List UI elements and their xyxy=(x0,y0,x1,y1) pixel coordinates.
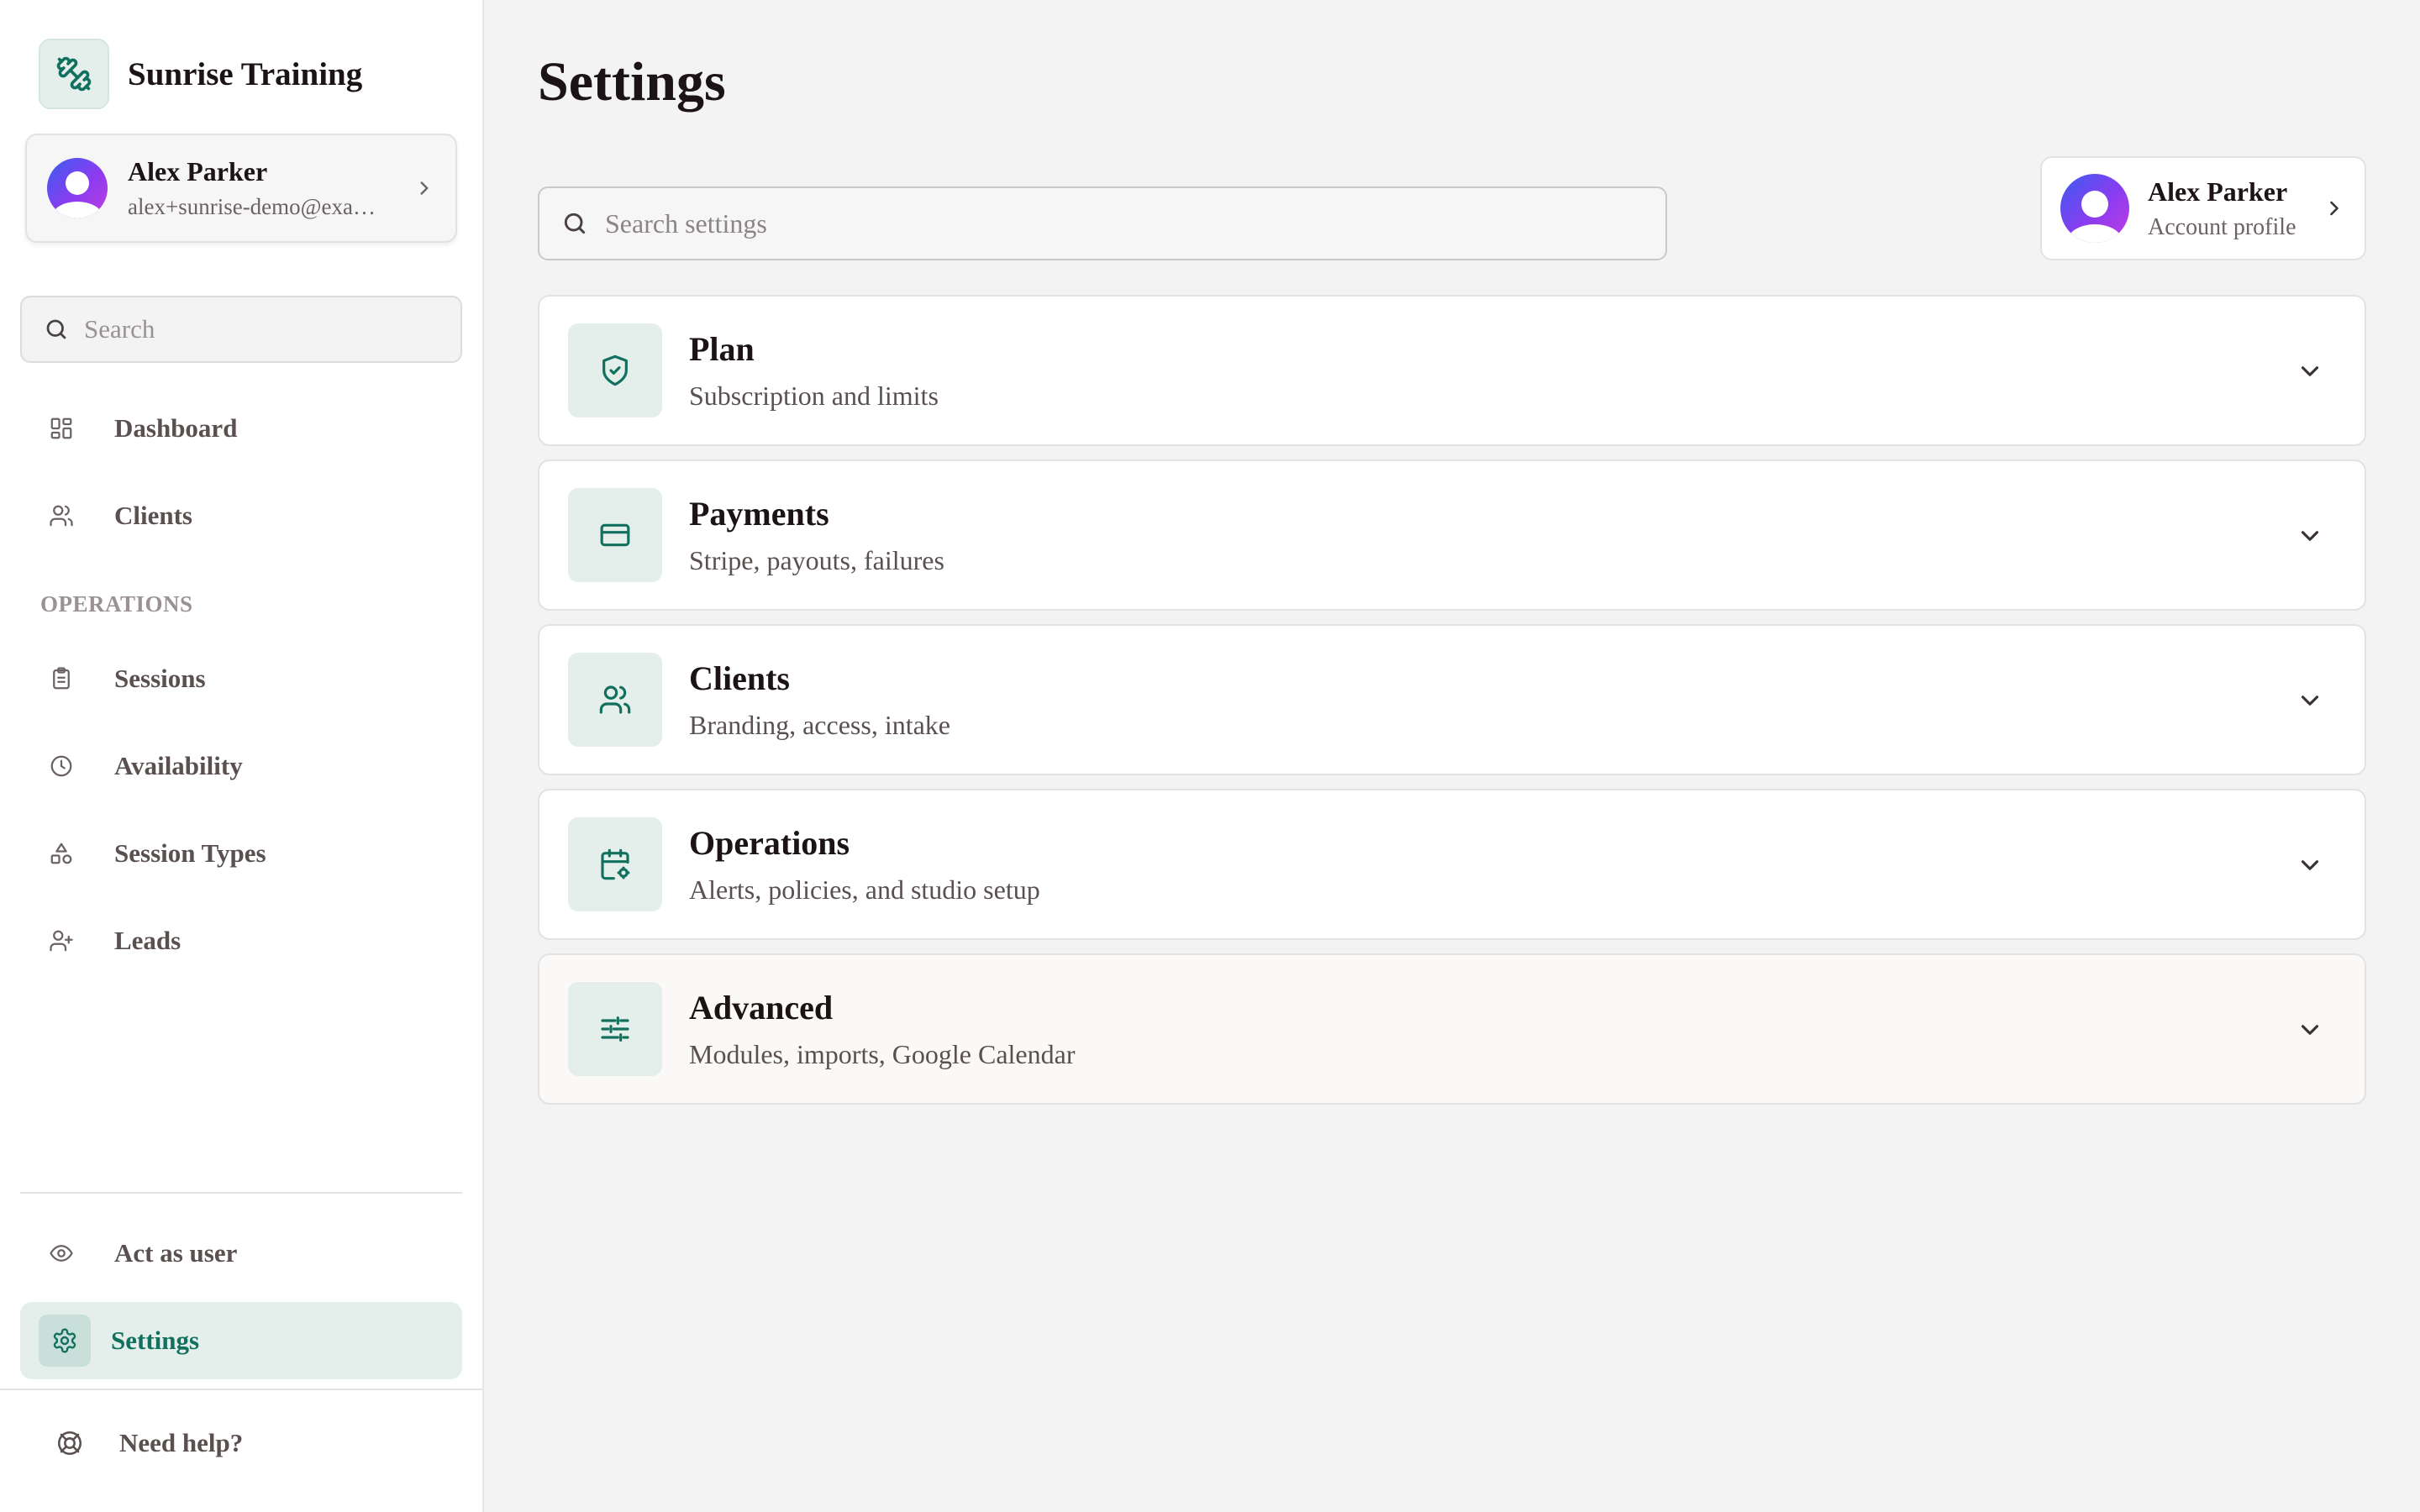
help-divider xyxy=(0,1389,484,1390)
brand[interactable]: Sunrise Training xyxy=(39,39,362,109)
chevron-down-icon xyxy=(2296,851,2324,879)
credit-card-icon xyxy=(568,488,662,582)
chevron-down-icon xyxy=(2296,357,2324,386)
section-subtitle: Alerts, policies, and studio setup xyxy=(689,874,1040,905)
help-link[interactable]: Need help? xyxy=(55,1428,243,1458)
settings-search-input[interactable] xyxy=(605,207,1613,239)
sidebar-item-label: Session Types xyxy=(114,838,266,868)
sidebar-item-availability[interactable]: Availability xyxy=(20,727,462,805)
sidebar-item-label: Dashboard xyxy=(114,413,238,443)
search-icon xyxy=(561,210,588,237)
settings-section-operations[interactable]: Operations Alerts, policies, and studio … xyxy=(538,789,2366,940)
sidebar-item-settings[interactable]: Settings xyxy=(20,1302,462,1379)
sidebar-item-session-types[interactable]: Session Types xyxy=(20,815,462,892)
section-subtitle: Subscription and limits xyxy=(689,381,939,411)
sidebar-search[interactable] xyxy=(20,296,462,363)
section-title: Operations xyxy=(689,824,850,862)
user-email: alex+sunrise-demo@exa… xyxy=(128,194,376,219)
sidebar-item-leads[interactable]: Leads xyxy=(20,902,462,979)
search-icon xyxy=(44,317,69,342)
section-subtitle: Stripe, payouts, failures xyxy=(689,545,944,575)
user-name: Alex Parker xyxy=(128,156,268,186)
sidebar-divider xyxy=(20,1192,462,1194)
chevron-down-icon xyxy=(2296,1016,2324,1044)
profile-subtitle: Account profile xyxy=(2148,213,2296,240)
avatar xyxy=(2060,174,2129,243)
dashboard-icon xyxy=(49,416,74,441)
sidebar-item-label: Sessions xyxy=(114,664,206,693)
chevron-down-icon xyxy=(2296,686,2324,715)
users-icon xyxy=(49,503,74,528)
settings-section-clients[interactable]: Clients Branding, access, intake xyxy=(538,624,2366,775)
clock-icon xyxy=(49,753,74,779)
brand-name: Sunrise Training xyxy=(128,55,363,92)
dumbbell-icon xyxy=(39,39,109,109)
sidebar-item-label: Settings xyxy=(111,1326,200,1355)
user-switcher[interactable]: Alex Parker alex+sunrise-demo@exa… xyxy=(25,134,457,243)
sidebar-item-label: Availability xyxy=(114,751,243,780)
sidebar-item-sessions[interactable]: Sessions xyxy=(20,640,462,717)
settings-search[interactable] xyxy=(538,186,1667,260)
profile-name: Alex Parker xyxy=(2148,176,2288,207)
section-subtitle: Modules, imports, Google Calendar xyxy=(689,1039,1076,1069)
gear-icon xyxy=(39,1315,91,1367)
chevron-down-icon xyxy=(2296,522,2324,550)
sidebar-item-act-as-user[interactable]: Act as user xyxy=(20,1215,462,1292)
settings-section-plan[interactable]: Plan Subscription and limits xyxy=(538,295,2366,446)
section-title: Advanced xyxy=(689,989,834,1026)
help-label: Need help? xyxy=(119,1428,244,1457)
sidebar-item-label: Clients xyxy=(114,501,192,530)
shield-check-icon xyxy=(568,323,662,417)
shapes-icon xyxy=(49,841,74,866)
sidebar-item-clients[interactable]: Clients xyxy=(20,477,462,554)
eye-icon xyxy=(49,1241,74,1266)
settings-section-advanced[interactable]: Advanced Modules, imports, Google Calend… xyxy=(538,953,2366,1105)
section-subtitle: Branding, access, intake xyxy=(689,710,950,740)
sidebar-search-input[interactable] xyxy=(84,314,437,344)
page-title: Settings xyxy=(538,51,726,113)
lifebuoy-icon xyxy=(55,1429,84,1457)
section-title: Clients xyxy=(689,659,790,697)
sidebar: Sunrise Training Alex Parker alex+sunris… xyxy=(0,0,484,1512)
chevron-right-icon xyxy=(2323,197,2346,220)
user-plus-icon xyxy=(49,928,74,953)
section-label-operations: OPERATIONS xyxy=(40,591,193,617)
clipboard-icon xyxy=(49,666,74,691)
chevron-right-icon xyxy=(413,177,435,199)
sliders-icon xyxy=(568,982,662,1076)
settings-section-payments[interactable]: Payments Stripe, payouts, failures xyxy=(538,459,2366,611)
sidebar-item-label: Act as user xyxy=(114,1238,238,1268)
sidebar-item-dashboard[interactable]: Dashboard xyxy=(20,390,462,467)
sidebar-item-label: Leads xyxy=(114,926,182,955)
account-profile-card[interactable]: Alex Parker Account profile xyxy=(2040,156,2366,260)
calendar-settings-icon xyxy=(568,817,662,911)
section-title: Payments xyxy=(689,495,829,533)
section-title: Plan xyxy=(689,330,755,368)
users-icon xyxy=(568,653,662,747)
avatar xyxy=(47,158,108,218)
